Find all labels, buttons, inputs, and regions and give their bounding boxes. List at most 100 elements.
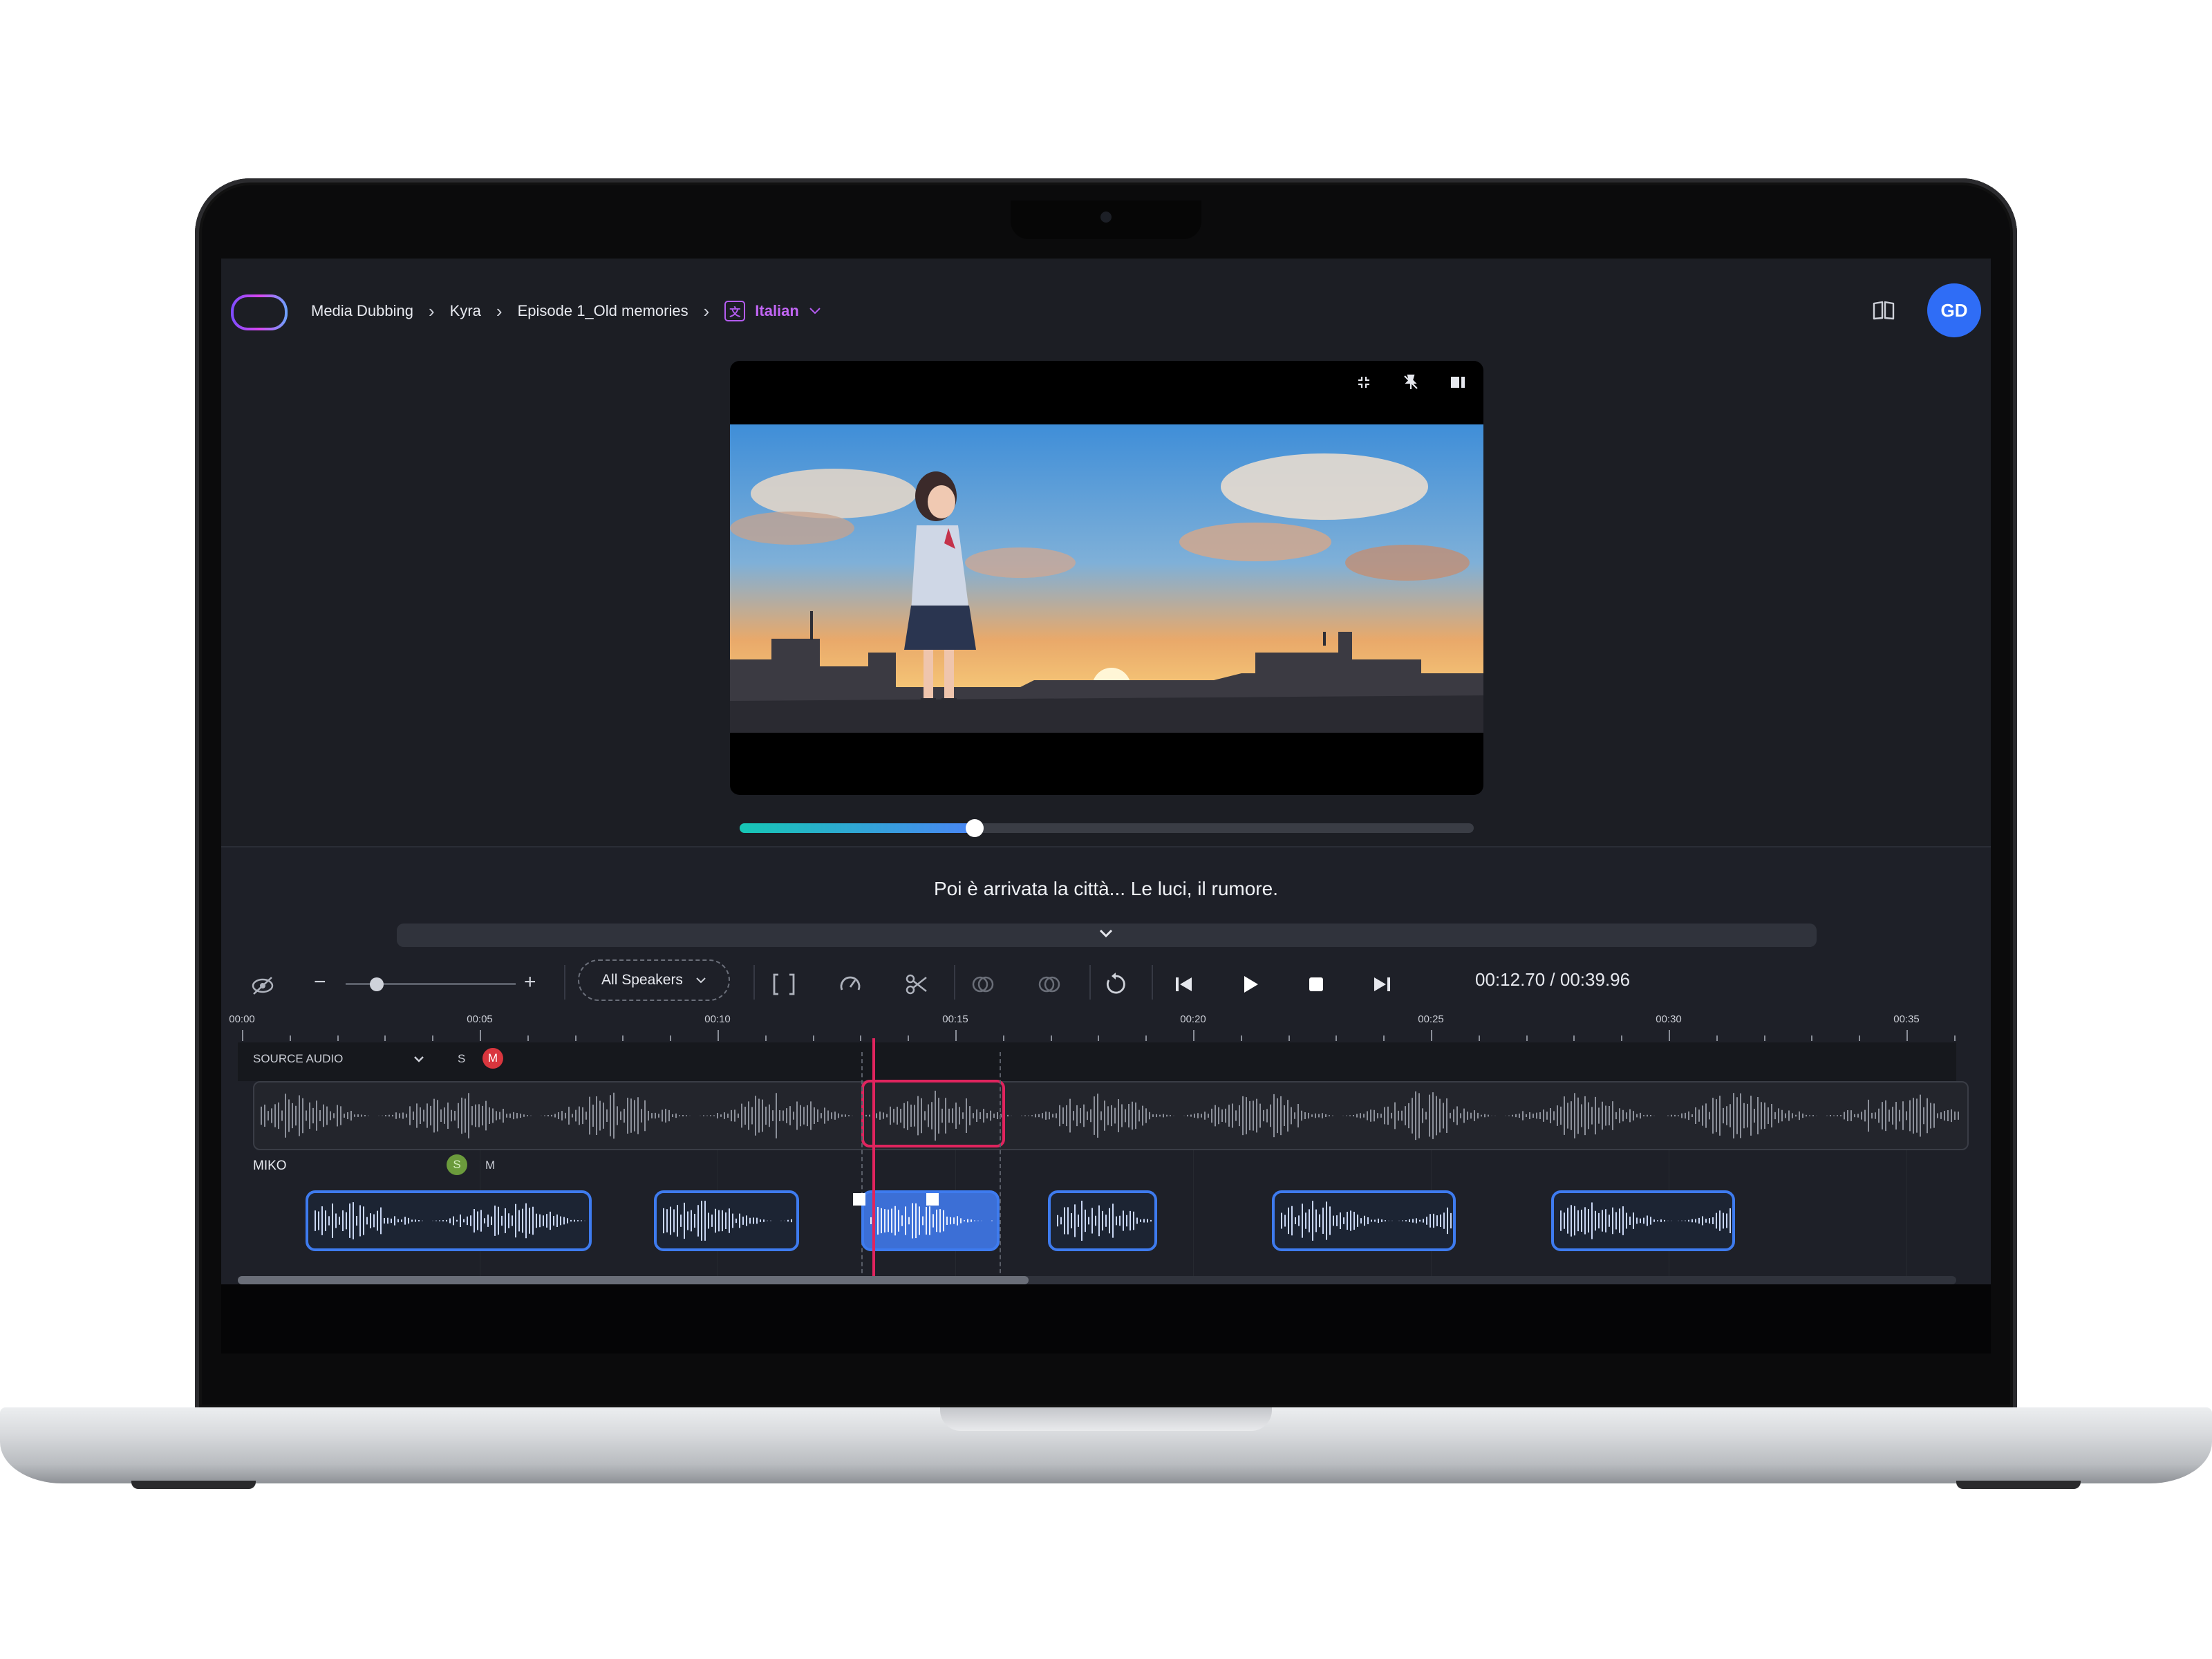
toolbar-divider: [1152, 965, 1153, 1000]
dub-clip[interactable]: [1272, 1190, 1456, 1251]
ruler-tick: [670, 1035, 672, 1041]
top-bar: Media Dubbing › Kyra › Episode 1_Old mem…: [221, 259, 1991, 362]
ruler-tick: [1669, 1030, 1670, 1041]
speaker-mute-button[interactable]: M: [485, 1159, 495, 1172]
current-subtitle[interactable]: Poi è arrivata la città... Le luci, il r…: [221, 878, 1991, 900]
ruler-tick: [527, 1035, 529, 1041]
ruler-tick: [1002, 1035, 1004, 1041]
breadcrumb-media-dubbing[interactable]: Media Dubbing: [311, 302, 413, 320]
zoom-out-icon[interactable]: −: [314, 971, 326, 994]
ruler-tick: [1716, 1035, 1718, 1041]
app-screen: Media Dubbing › Kyra › Episode 1_Old mem…: [221, 259, 1991, 1353]
source-audio-waveform[interactable]: [253, 1081, 1969, 1150]
language-selector[interactable]: 文 Italian: [724, 301, 821, 321]
ruler-label: 00:20: [1180, 1013, 1206, 1025]
toolbar-divider: [753, 965, 755, 1000]
breadcrumb: Media Dubbing › Kyra › Episode 1_Old mem…: [311, 297, 821, 325]
chevron-right-icon: ›: [428, 300, 435, 321]
collapse-icon[interactable]: [1355, 373, 1373, 391]
ruler-tick: [1763, 1035, 1765, 1041]
speaker-solo-button[interactable]: S: [447, 1154, 467, 1175]
clip-trim-handle-left[interactable]: [853, 1193, 865, 1206]
book-icon[interactable]: [1872, 300, 1895, 321]
ruler-tick: [1526, 1035, 1528, 1041]
ruler-tick: [1811, 1035, 1813, 1041]
ruler-tick: [1906, 1030, 1908, 1041]
stop-icon[interactable]: [1304, 972, 1329, 997]
ruler-tick: [1288, 1035, 1290, 1041]
dub-clip[interactable]: [654, 1190, 799, 1251]
video-progress-bar[interactable]: [740, 819, 1474, 837]
clip-waveform-graphic: [1560, 1202, 1731, 1239]
ruler-tick: [1431, 1030, 1432, 1041]
dub-clip[interactable]: [306, 1190, 592, 1251]
dub-clip[interactable]: [1048, 1190, 1157, 1251]
ruler-tick: [337, 1035, 339, 1041]
ruler-tick: [1193, 1030, 1194, 1041]
source-audio-label[interactable]: SOURCE AUDIO: [253, 1052, 343, 1066]
breadcrumb-project[interactable]: Kyra: [450, 302, 481, 320]
translate-icon: 文: [724, 301, 746, 321]
speed-icon[interactable]: [838, 972, 863, 997]
ruler-tick: [1573, 1035, 1575, 1041]
app-logo[interactable]: [231, 294, 288, 330]
merge-right-icon[interactable]: [1037, 972, 1062, 997]
chevron-down-icon: [696, 977, 706, 984]
language-label: Italian: [755, 302, 799, 319]
ruler-label: 00:35: [1893, 1013, 1920, 1025]
fit-bracket-icon[interactable]: [771, 972, 796, 997]
laptop-foot-left: [131, 1481, 256, 1489]
camera-icon: [1100, 212, 1112, 223]
timeline-zoom-knob[interactable]: [369, 977, 384, 991]
speaker-filter-dropdown[interactable]: All Speakers: [578, 959, 730, 1001]
ruler-tick: [1953, 1035, 1956, 1041]
timeline-scrollbar[interactable]: [238, 1276, 1956, 1284]
video-frame-image: [730, 424, 1483, 733]
zoom-in-icon[interactable]: +: [524, 971, 536, 994]
source-solo-button[interactable]: S: [458, 1052, 465, 1066]
chevron-right-icon: ›: [496, 300, 503, 321]
ruler-label: 00:00: [229, 1013, 255, 1025]
reset-icon[interactable]: [1103, 972, 1128, 997]
source-waveform-graphic: [261, 1090, 1959, 1141]
toolbar-divider: [564, 965, 565, 1000]
ruler-tick: [1478, 1035, 1480, 1041]
ruler-label: 00:25: [1418, 1013, 1444, 1025]
ruler-tick: [1383, 1035, 1385, 1041]
clip-waveform-graphic: [1057, 1200, 1152, 1241]
merge-left-icon[interactable]: [971, 972, 995, 997]
ruler-tick: [1050, 1035, 1052, 1041]
eye-off-icon[interactable]: [250, 973, 275, 998]
ruler-tick: [1240, 1035, 1242, 1041]
selection-guide-right: [1000, 1052, 1001, 1280]
ruler-tick: [384, 1035, 386, 1041]
user-avatar[interactable]: GD: [1927, 283, 1981, 337]
timeline-scrollbar-thumb[interactable]: [238, 1276, 1029, 1284]
laptop-opening-groove: [940, 1407, 1272, 1431]
scissors-icon[interactable]: [904, 972, 929, 997]
skip-back-icon[interactable]: [1171, 972, 1196, 997]
clip-trim-handle-right[interactable]: [926, 1193, 939, 1206]
chevron-down-icon[interactable]: [1096, 926, 1116, 941]
breadcrumb-episode[interactable]: Episode 1_Old memories: [518, 302, 688, 320]
ruler-tick: [289, 1035, 291, 1041]
ruler-tick: [574, 1035, 577, 1041]
pin-icon[interactable]: [1402, 373, 1420, 391]
selected-segment-highlight[interactable]: [861, 1080, 1005, 1147]
video-player[interactable]: [730, 361, 1483, 795]
ruler-label: 00:10: [704, 1013, 731, 1025]
ruler-tick: [622, 1035, 624, 1041]
clip-waveform-graphic: [315, 1202, 585, 1239]
dub-clip[interactable]: [1551, 1190, 1735, 1251]
skip-forward-icon[interactable]: [1370, 972, 1395, 997]
source-mute-button[interactable]: M: [482, 1048, 503, 1069]
ruler-tick: [765, 1035, 767, 1041]
panel-icon[interactable]: [1449, 373, 1467, 391]
chevron-down-icon[interactable]: [412, 1052, 426, 1066]
ruler-tick: [860, 1035, 862, 1041]
video-progress-knob[interactable]: [965, 819, 984, 837]
timeline-playhead[interactable]: [872, 1038, 875, 1277]
ruler-tick: [242, 1030, 243, 1041]
play-icon[interactable]: [1237, 972, 1262, 997]
chevron-down-icon: [809, 308, 821, 315]
